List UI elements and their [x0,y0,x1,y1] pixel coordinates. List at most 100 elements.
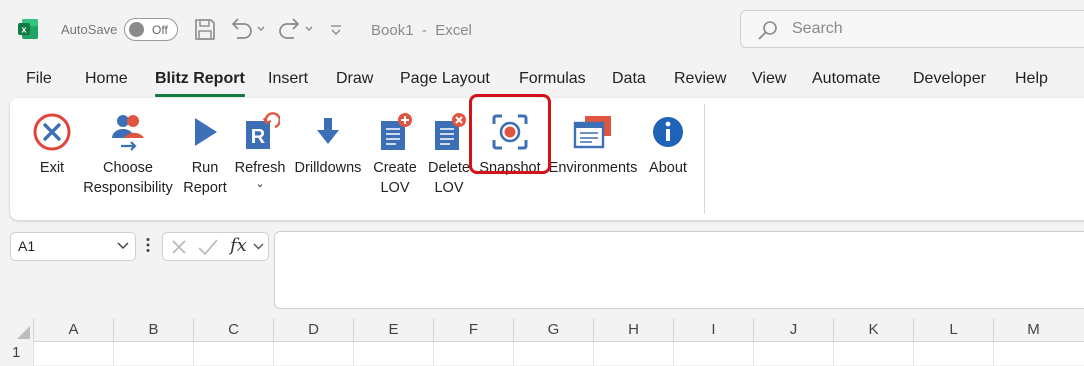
about-icon [653,117,683,147]
tab-page-layout[interactable]: Page Layout [400,70,490,88]
save-icon[interactable] [193,16,217,42]
search-placeholder: Search [792,20,843,37]
delete-lov-button[interactable]: Delete LOV [423,106,475,206]
cell-g1[interactable] [513,342,593,366]
choose-responsibility-label-line1: Choose [103,160,153,176]
create-lov-button[interactable]: Create LOV [369,106,421,206]
column-header-e[interactable]: E [353,318,433,341]
tab-review[interactable]: Review [674,70,726,88]
column-header-b[interactable]: B [113,318,193,341]
fx-chevron-down-icon[interactable] [253,243,264,250]
tab-data[interactable]: Data [612,70,646,88]
choose-responsibility-label-line2: Responsibility [83,180,173,196]
tab-view[interactable]: View [752,70,786,88]
exit-icon [33,113,71,151]
delete-lov-label-line1: Delete [428,160,470,176]
tab-insert[interactable]: Insert [268,70,308,88]
create-lov-icon [381,113,412,150]
cell-c1[interactable] [193,342,273,366]
run-report-button[interactable]: Run Report [178,106,232,206]
tab-help[interactable]: Help [1015,70,1048,88]
redo-icon[interactable] [277,16,317,42]
row-header-1[interactable]: 1 [0,341,33,365]
cell-e1[interactable] [353,342,433,366]
toggle-knob [129,22,144,37]
refresh-label-text: Refresh [234,160,286,176]
tab-developer[interactable]: Developer [913,70,986,88]
exit-label: Exit [39,160,65,176]
choose-responsibility-button[interactable]: Choose Responsibility [80,106,176,206]
autosave-toggle[interactable]: Off [124,18,178,41]
svg-text:x: x [21,25,26,35]
cell-d1[interactable] [273,342,353,366]
undo-icon[interactable] [228,16,268,42]
refresh-dropdown-chevron-icon[interactable]: ⌄ [233,178,287,190]
exit-button[interactable]: Exit [28,106,76,206]
more-options-icon[interactable] [146,237,150,253]
column-header-f[interactable]: F [433,318,513,341]
chevron-down-icon[interactable] [117,242,129,250]
create-lov-label-line2: LOV [380,180,410,196]
drilldowns-button[interactable]: Drilldowns [289,106,367,206]
ribbon-tabs: File Home Blitz Report Insert Draw Page … [0,62,1084,97]
refresh-label: Refresh ⌄ [233,158,287,190]
delete-lov-label-line2: LOV [434,180,464,196]
refresh-icon: R [246,112,280,149]
column-header-h[interactable]: H [593,318,673,341]
refresh-button[interactable]: R Refresh ⌄ [233,106,287,206]
run-report-label-line1: Run [191,160,219,176]
name-box[interactable]: A1 [10,232,136,261]
cell-k1[interactable] [833,342,913,366]
cancel-icon[interactable] [169,237,189,257]
tab-draw[interactable]: Draw [336,70,373,88]
choose-responsibility-icon [112,115,144,151]
cell-m1[interactable] [993,342,1073,366]
run-report-label: Run Report [178,158,232,198]
column-header-j[interactable]: J [753,318,833,341]
search-box[interactable]: Search [740,10,1084,48]
column-header-d[interactable]: D [273,318,353,341]
cell-a1[interactable] [33,342,113,366]
formula-controls: fx [162,232,269,261]
tab-home[interactable]: Home [85,70,128,88]
drilldowns-icon [317,118,339,144]
enter-check-icon[interactable] [197,237,219,257]
cell-i1[interactable] [673,342,753,366]
tab-file[interactable]: File [26,70,52,88]
tab-formulas[interactable]: Formulas [519,70,586,88]
delete-lov-label: Delete LOV [423,158,475,198]
about-button[interactable]: About [643,106,693,206]
formula-input[interactable] [274,231,1084,309]
excel-logo-icon: x [18,19,38,39]
cell-f1[interactable] [433,342,513,366]
svg-text:R: R [251,126,266,148]
tab-automate[interactable]: Automate [812,70,880,88]
insert-function-button[interactable]: fx [230,235,247,256]
ribbon-group-divider [704,104,705,214]
tab-blitz-report[interactable]: Blitz Report [155,70,245,97]
column-header-c[interactable]: C [193,318,273,341]
cell-b1[interactable] [113,342,193,366]
cell-j1[interactable] [753,342,833,366]
document-title: Book1 - Excel [371,22,472,39]
run-report-label-line2: Report [183,180,227,196]
cell-l1[interactable] [913,342,993,366]
column-header-a[interactable]: A [33,318,113,341]
name-box-value: A1 [18,238,36,254]
column-header-m[interactable]: M [993,318,1073,341]
cell-h1[interactable] [593,342,673,366]
select-all-corner[interactable] [0,318,33,341]
column-header-k[interactable]: K [833,318,913,341]
create-lov-label-line1: Create [373,160,417,176]
create-lov-label: Create LOV [369,158,421,198]
column-header-l[interactable]: L [913,318,993,341]
column-header-g[interactable]: G [513,318,593,341]
environments-button[interactable]: Environments [547,106,639,206]
search-icon [758,21,777,40]
customize-toolbar-icon[interactable] [329,16,343,42]
column-header-i[interactable]: I [673,318,753,341]
ribbon-panel: Exit Choose Responsibility Run Report R [10,94,1084,220]
environments-icon [573,116,611,149]
run-report-icon [195,118,217,146]
autosave-label: AutoSave [61,22,118,37]
